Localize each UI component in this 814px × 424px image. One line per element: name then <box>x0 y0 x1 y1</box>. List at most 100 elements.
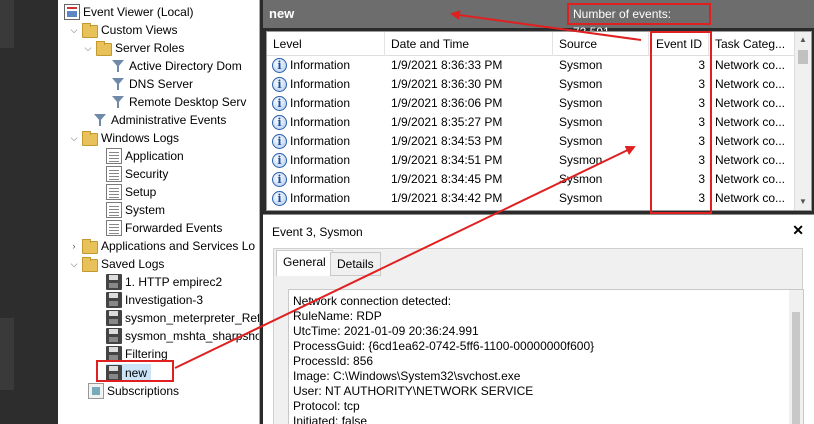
cell-level: Information <box>290 191 351 205</box>
event-viewer-icon <box>64 4 80 20</box>
log-icon <box>106 166 122 182</box>
cell-source: Sysmon <box>559 58 603 72</box>
tree-item-label: Remote Desktop Serv <box>129 95 247 109</box>
log-name: new <box>269 6 295 21</box>
description-line: ProcessId: 856 <box>293 354 374 368</box>
subscriptions-icon <box>88 383 104 399</box>
tree-item-label: Custom Views <box>101 23 178 37</box>
events-grid[interactable]: Level Date and Time Source Event ID Task… <box>266 31 812 211</box>
tree-item-subscriptions[interactable]: Subscriptions <box>88 382 179 400</box>
description-line: RuleName: RDP <box>293 309 382 323</box>
background-panel <box>0 318 14 390</box>
chevron-down-icon[interactable]: ⌵ <box>68 132 80 144</box>
detail-title: Event 3, Sysmon <box>272 225 363 239</box>
cell-source: Sysmon <box>559 115 603 129</box>
description-scrollbar[interactable] <box>789 290 803 424</box>
chevron-right-icon[interactable]: › <box>68 240 80 252</box>
information-icon: i <box>272 153 287 168</box>
tree-item-application[interactable]: Application <box>106 147 184 165</box>
scroll-down-icon[interactable]: ▼ <box>795 194 811 210</box>
filter-icon <box>92 112 108 128</box>
tree-item-system[interactable]: System <box>106 201 165 219</box>
tree-item-remote-desktop[interactable]: Remote Desktop Serv <box>110 93 246 111</box>
tree-item-saved-log[interactable]: sysmon_meterpreter_Ref <box>106 309 259 327</box>
column-task-category[interactable]: Task Categ... <box>709 32 795 56</box>
tree-item-windows-logs[interactable]: ⌵ Windows Logs <box>68 129 179 147</box>
information-icon: i <box>272 134 287 149</box>
cell-task-category: Network co... <box>715 153 786 167</box>
scroll-thumb[interactable] <box>792 312 800 424</box>
cell-task-category: Network co... <box>715 172 786 186</box>
filter-icon <box>110 58 126 74</box>
cell-source: Sysmon <box>559 153 603 167</box>
annotation-box-event-id <box>650 31 712 214</box>
tree-item-security[interactable]: Security <box>106 165 168 183</box>
cell-level: Information <box>290 96 351 110</box>
column-date-time[interactable]: Date and Time <box>385 32 553 56</box>
cell-date-time: 1/9/2021 8:36:06 PM <box>391 96 503 110</box>
tree-item-label: Subscriptions <box>107 384 180 398</box>
chevron-down-icon[interactable]: ⌵ <box>68 24 80 36</box>
table-row[interactable]: i Information 1/9/2021 8:34:53 PM Sysmon 3 Ne… <box>267 132 795 151</box>
table-row[interactable]: i Information 1/9/2021 8:36:30 PM Sysmon 3 Ne… <box>267 75 795 94</box>
tree-item-label: 1. HTTP empirec2 <box>125 275 223 289</box>
tree-item-forwarded-events[interactable]: Forwarded Events <box>106 219 222 237</box>
background-window-strip <box>0 0 58 424</box>
close-icon[interactable]: ✕ <box>792 222 804 239</box>
folder-icon <box>82 256 98 272</box>
tab-general[interactable]: General <box>276 250 333 276</box>
description-line: Network connection detected: <box>293 294 452 308</box>
tree-item-custom-views[interactable]: ⌵ Custom Views <box>68 21 177 39</box>
information-icon: i <box>272 115 287 130</box>
table-row[interactable]: i Information 1/9/2021 8:36:33 PM Sysmon 3 Ne… <box>267 56 795 75</box>
folder-icon <box>82 22 98 38</box>
folder-icon <box>82 130 98 146</box>
tree-item-administrative-events[interactable]: Administrative Events <box>92 111 226 129</box>
description-line: ProcessGuid: {6cd1ea62-0742-5ff6-1100-00… <box>293 339 595 353</box>
tree-item-dns-server[interactable]: DNS Server <box>110 75 193 93</box>
tree-item-saved-log[interactable]: 1. HTTP empirec2 <box>106 273 222 291</box>
column-level[interactable]: Level <box>267 32 385 56</box>
table-row[interactable]: i Information 1/9/2021 8:34:51 PM Sysmon 3 Ne… <box>267 151 795 170</box>
cell-task-category: Network co... <box>715 77 786 91</box>
tab-details[interactable]: Details <box>330 252 381 276</box>
information-icon: i <box>272 191 287 206</box>
cell-task-category: Network co... <box>715 58 786 72</box>
cell-date-time: 1/9/2021 8:36:30 PM <box>391 77 503 91</box>
event-count: Number of events: 73,591 <box>567 3 711 39</box>
tree-item-server-roles[interactable]: ⌵ Server Roles <box>82 39 184 57</box>
column-source[interactable]: Source <box>553 32 649 56</box>
filter-icon <box>110 94 126 110</box>
grid-scrollbar[interactable]: ▲ ▼ <box>794 32 811 210</box>
cell-date-time: 1/9/2021 8:35:27 PM <box>391 115 503 129</box>
tree-item-saved-logs[interactable]: ⌵ Saved Logs <box>68 255 164 273</box>
scroll-thumb[interactable] <box>798 50 808 64</box>
table-row[interactable]: i Information 1/9/2021 8:34:45 PM Sysmon 3 Ne… <box>267 170 795 189</box>
cell-task-category: Network co... <box>715 191 786 205</box>
tree-item-label: Forwarded Events <box>125 221 223 235</box>
cell-level: Information <box>290 115 351 129</box>
tree-item-applications-services[interactable]: › Applications and Services Lo <box>68 237 255 255</box>
information-icon: i <box>272 58 287 73</box>
table-row[interactable]: i Information 1/9/2021 8:34:42 PM Sysmon 3 Ne… <box>267 189 795 208</box>
table-row[interactable]: i Information 1/9/2021 8:35:27 PM Sysmon 3 Ne… <box>267 113 795 132</box>
chevron-down-icon[interactable]: ⌵ <box>68 258 80 270</box>
cell-source: Sysmon <box>559 96 603 110</box>
tree-item-saved-log[interactable]: Investigation-3 <box>106 291 203 309</box>
tree-item-setup[interactable]: Setup <box>106 183 156 201</box>
cell-date-time: 1/9/2021 8:34:51 PM <box>391 153 503 167</box>
event-description-text[interactable]: Network connection detected: RuleName: RD… <box>288 289 804 424</box>
table-row[interactable]: i Information 1/9/2021 8:36:06 PM Sysmon 3 Ne… <box>267 94 795 113</box>
cell-date-time: 1/9/2021 8:34:53 PM <box>391 134 503 148</box>
cell-source: Sysmon <box>559 134 603 148</box>
cell-source: Sysmon <box>559 172 603 186</box>
tree-item-active-directory[interactable]: Active Directory Dom <box>110 57 242 75</box>
grid-header: Level Date and Time Source Event ID Task… <box>267 32 795 56</box>
tree-item-event-viewer-local[interactable]: Event Viewer (Local) <box>64 3 194 21</box>
tree-item-label: Application <box>125 149 184 163</box>
cell-date-time: 1/9/2021 8:34:45 PM <box>391 172 503 186</box>
chevron-down-icon[interactable]: ⌵ <box>82 42 94 54</box>
tree-item-saved-log[interactable]: sysmon_mshta_sharpsho <box>106 327 259 345</box>
tree-item-label: Applications and Services Lo <box>101 239 256 253</box>
scroll-up-icon[interactable]: ▲ <box>795 32 811 48</box>
